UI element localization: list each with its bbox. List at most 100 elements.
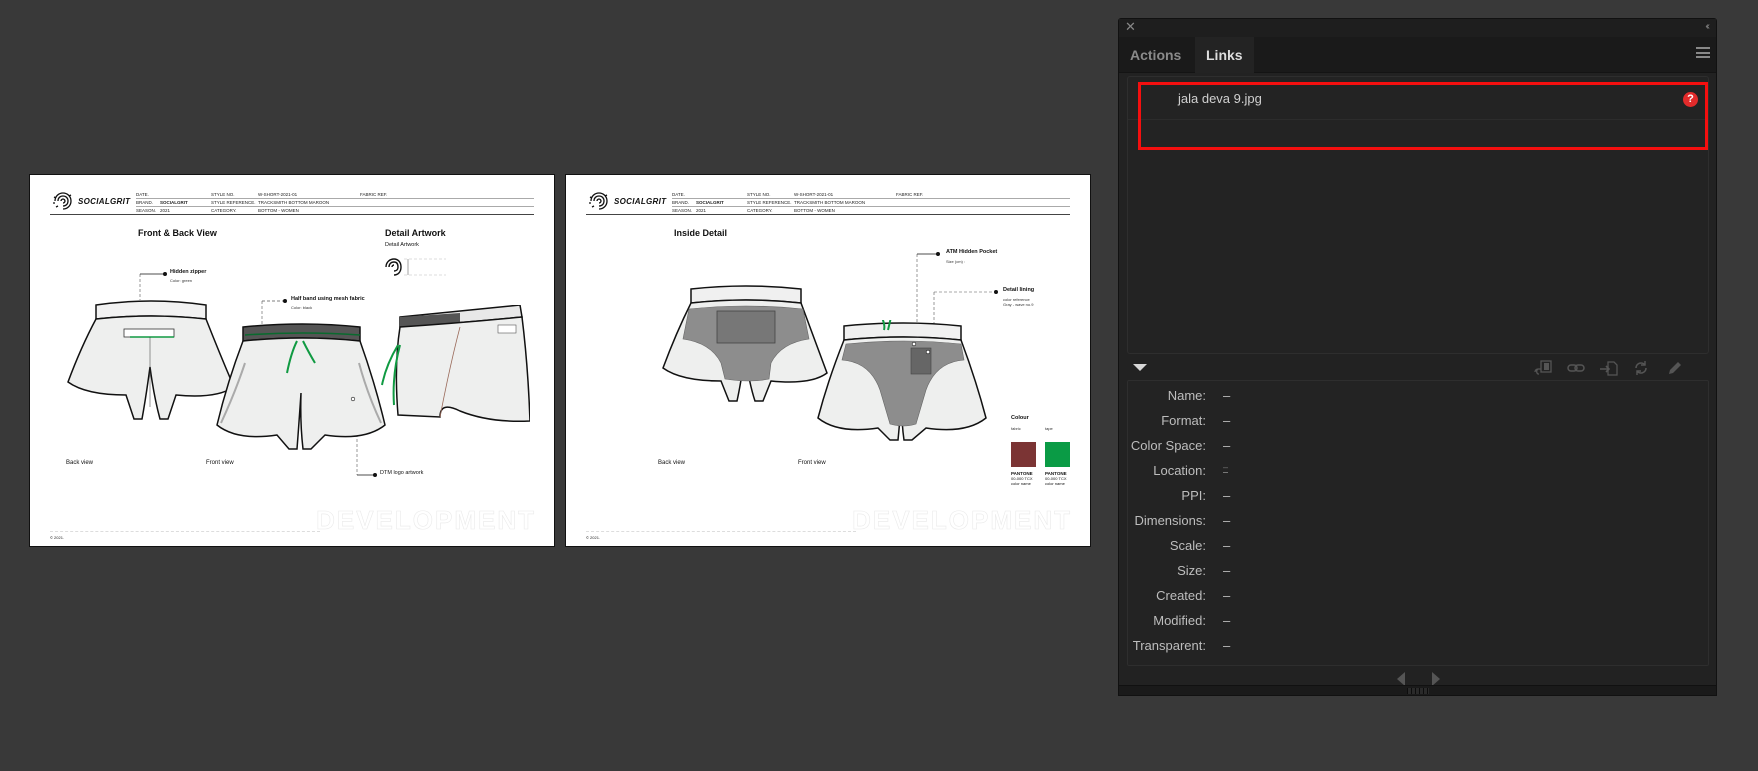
previous-link-button[interactable] xyxy=(1397,672,1405,686)
location-link[interactable]: – xyxy=(1223,462,1229,473)
next-link-button[interactable] xyxy=(1432,672,1440,686)
info-label: Location: xyxy=(1153,463,1206,478)
callout-atm-pocket-note: Size (cm) : xyxy=(946,259,966,264)
info-row-format: Format: – xyxy=(1128,409,1708,434)
fabric-ref-label: FABRIC REF. xyxy=(896,192,924,197)
info-label: Created: xyxy=(1156,588,1206,603)
callout-half-band-note: Color: black xyxy=(291,305,313,310)
callout-dtm-logo: DTM logo artwork xyxy=(380,470,424,476)
callout-hidden-zipper: Hidden zipper xyxy=(170,269,207,275)
link-item[interactable]: jala deva 9.jpg ? xyxy=(1128,80,1708,120)
update-link-icon[interactable] xyxy=(1631,360,1651,376)
link-info-section: Name: – Format: – Color Space: – Locatio… xyxy=(1127,380,1709,666)
spec-header: SOCIALGRIT DATE. STYLE NO. W-SHORT-2021-… xyxy=(50,191,534,215)
season-value: 2021 xyxy=(696,208,707,213)
season-label: SEASON. xyxy=(672,208,693,213)
go-to-link-icon[interactable] xyxy=(1599,360,1619,376)
info-row-modified: Modified: – xyxy=(1128,609,1708,634)
info-value: – xyxy=(1223,513,1231,528)
copyright-text: © 2021. xyxy=(586,535,601,540)
callout-detail-lining: Detail lining xyxy=(1003,287,1035,293)
info-row-created: Created: – xyxy=(1128,584,1708,609)
callout-dot xyxy=(994,290,998,294)
info-row-transparent: Transparent: – xyxy=(1128,634,1708,659)
info-label: Scale: xyxy=(1169,538,1206,553)
info-label: Size: xyxy=(1177,563,1206,578)
info-row-ppi: PPI: – xyxy=(1128,484,1708,509)
relink-from-cc-libraries-icon[interactable] xyxy=(1533,360,1553,376)
detail-artwork-subtitle: Detail Artwork xyxy=(385,242,419,248)
info-label: PPI: xyxy=(1181,488,1206,503)
callout-atm-hidden-pocket: ATM Hidden Pocket xyxy=(946,249,998,255)
info-row-color-space: Color Space: – xyxy=(1128,434,1708,459)
info-label: Dimensions: xyxy=(1134,513,1206,528)
artboard-inside-detail[interactable]: SOCIALGRIT DATE. STYLE NO. W-SHORT-2021-… xyxy=(565,174,1091,547)
missing-link-icon[interactable]: ? xyxy=(1683,92,1698,107)
brand-name: SOCIALGRIT xyxy=(78,197,131,206)
colour-title: Colour xyxy=(1011,415,1029,421)
tape-swatch[interactable] xyxy=(1045,442,1070,467)
brand-label: BRAND. xyxy=(672,200,690,205)
header-fields: DATE. STYLE NO. W-SHORT-2021-01 FABRIC R… xyxy=(136,191,534,215)
back-view-label: Back view xyxy=(658,460,686,466)
back-view-label: Back view xyxy=(66,460,94,466)
fabric-pantone: PANTONE 00-000 TCX color name xyxy=(1011,471,1033,486)
shorts-side-view-drawing xyxy=(381,305,530,423)
info-label: Modified: xyxy=(1153,613,1206,628)
show-link-info-toggle[interactable] xyxy=(1133,364,1147,371)
close-panel-icon[interactable]: ✕ xyxy=(1125,20,1137,33)
info-row-name: Name: – xyxy=(1128,384,1708,409)
fabric-swatch-label: fabric xyxy=(1011,426,1021,431)
panel-tabs: Actions Links xyxy=(1119,37,1716,73)
fabric-pantone-name: color name xyxy=(1011,481,1031,486)
info-row-scale: Scale: – xyxy=(1128,534,1708,559)
panel-title-bar[interactable]: ✕ ‹‹ xyxy=(1119,19,1716,37)
shorts-back-view-drawing xyxy=(67,300,234,420)
date-label: DATE. xyxy=(136,192,149,197)
callout-hidden-zipper-note: Color: green xyxy=(170,278,193,283)
category-value: BOTTOM - WOMEN xyxy=(258,208,299,213)
artboard-front-back-view[interactable]: SOCIALGRIT DATE. STYLE NO. W-SHORT-2021-… xyxy=(29,174,555,547)
style-no-label: STYLE NO. xyxy=(211,192,235,197)
tape-swatch-label: tape xyxy=(1045,426,1053,431)
section-title: Front & Back View xyxy=(138,228,217,238)
document-canvas[interactable]: SOCIALGRIT DATE. STYLE NO. W-SHORT-2021-… xyxy=(0,0,1758,771)
info-value: – xyxy=(1223,638,1231,653)
resize-grip-handle[interactable] xyxy=(1406,688,1429,694)
info-value: – xyxy=(1223,413,1231,428)
info-value: – xyxy=(1223,438,1231,453)
info-value: – xyxy=(1223,538,1231,553)
relink-icon[interactable] xyxy=(1566,360,1586,376)
front-view-label: Front view xyxy=(206,460,234,466)
footer-divider xyxy=(586,531,856,532)
tab-actions[interactable]: Actions xyxy=(1119,37,1192,73)
fabric-swatch[interactable] xyxy=(1011,442,1036,467)
front-view-label: Front view xyxy=(798,460,826,466)
copyright-text: © 2021. xyxy=(50,535,65,540)
date-label: DATE. xyxy=(672,192,685,197)
shorts-inside-front-drawing xyxy=(817,320,987,441)
callout-half-band: Half band using mesh fabric xyxy=(291,296,365,302)
category-label: CATEGORY. xyxy=(747,208,773,213)
shorts-front-view-drawing xyxy=(216,323,386,450)
info-label: Transparent: xyxy=(1132,638,1206,653)
detail-artwork-title: Detail Artwork xyxy=(385,228,446,238)
panel-menu-icon[interactable] xyxy=(1696,47,1710,58)
spec-header: SOCIALGRIT DATE. STYLE NO. W-SHORT-2021-… xyxy=(586,191,1070,215)
development-watermark: DEVELOPMENT xyxy=(852,505,1072,536)
collapse-panel-icon[interactable]: ‹‹ xyxy=(1705,21,1709,32)
shorts-inside-back-drawing xyxy=(662,285,828,402)
tape-pantone: PANTONE 00-000 TCX color name xyxy=(1045,471,1067,486)
info-row-dimensions: Dimensions: – xyxy=(1128,509,1708,534)
panel-resize-bar[interactable] xyxy=(1119,685,1716,695)
edit-original-icon[interactable] xyxy=(1664,360,1684,376)
tab-links[interactable]: Links xyxy=(1195,37,1254,73)
link-filename: jala deva 9.jpg xyxy=(1178,91,1262,106)
callout-dot xyxy=(936,252,940,256)
style-ref-value: TRACKSMITH BOTTOM MAROON xyxy=(794,200,866,205)
category-value: BOTTOM - WOMEN xyxy=(794,208,835,213)
info-label: Color Space: xyxy=(1130,438,1206,453)
info-value: – xyxy=(1223,588,1231,603)
links-list[interactable]: jala deva 9.jpg ? xyxy=(1127,76,1709,354)
brand-label: BRAND. xyxy=(136,200,154,205)
